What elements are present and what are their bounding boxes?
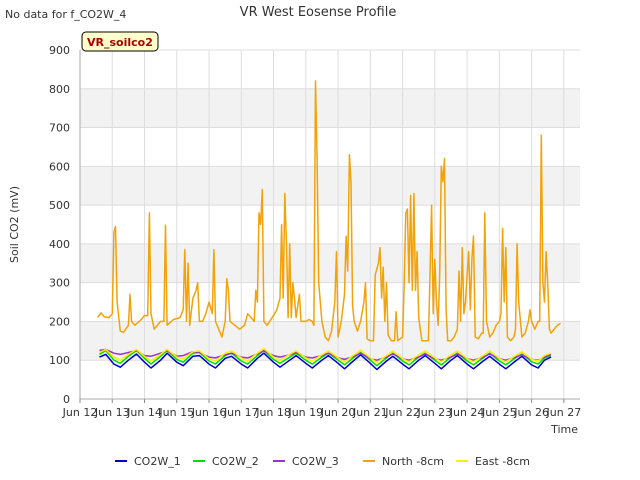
x-tick-label: Jun 14 [126, 406, 162, 419]
y-tick-label: 900 [49, 44, 70, 57]
legend-label-co2w-2: CO2W_2 [212, 455, 259, 468]
x-axis-label: Time [550, 423, 578, 436]
x-tick-label: Jun 27 [546, 406, 582, 419]
x-tick-label: Jun 13 [94, 406, 130, 419]
y-tick-label: 800 [49, 83, 70, 96]
no-data-note: No data for f_CO2W_4 [5, 8, 126, 21]
x-tick-label: Jun 24 [449, 406, 485, 419]
y-tick-label: 100 [49, 354, 70, 367]
y-tick-label: 400 [49, 238, 70, 251]
x-tick-label: Jun 16 [191, 406, 227, 419]
x-tick-label: Jun 23 [416, 406, 452, 419]
plot-area: 0 100 200 300 400 500 600 700 800 900 Jun 12Jun 13… [49, 44, 581, 419]
badge-label: VR_soilco2 [87, 36, 153, 49]
badge: VR_soilco2 [81, 31, 159, 52]
x-tick-label: Jun 17 [223, 406, 259, 419]
legend-label-co2w-3: CO2W_3 [292, 455, 339, 468]
legend-label-co2w-1: CO2W_1 [134, 455, 181, 468]
x-tick-label: Jun 12 [62, 406, 98, 419]
chart-title: VR West Eosense Profile [240, 5, 397, 20]
x-tick-label: Jun 18 [255, 406, 291, 419]
x-tick-label: Jun 15 [158, 406, 194, 419]
x-tick-label: Jun 25 [481, 406, 517, 419]
y-tick-label: 200 [49, 315, 70, 328]
legend-label-north-8cm: North -8cm [382, 455, 444, 468]
x-tick-label: Jun 26 [513, 406, 549, 419]
grid-band [80, 166, 580, 206]
y-tick-label: 0 [63, 393, 70, 406]
y-axis-label: Soil CO2 (mV) [8, 186, 21, 263]
grid-band [80, 88, 580, 128]
x-tick-label: Jun 20 [320, 406, 356, 419]
x-tick-label: Jun 22 [384, 406, 420, 419]
y-tick-label: 600 [49, 160, 70, 173]
x-tick-label: Jun 19 [287, 406, 323, 419]
y-tick-label: 300 [49, 277, 70, 290]
y-tick-label: 700 [49, 122, 70, 135]
y-tick-label: 500 [49, 199, 70, 212]
x-tick-label: Jun 21 [352, 406, 388, 419]
legend-label-east-8cm: East -8cm [475, 455, 530, 468]
legend: CO2W_1 CO2W_2 CO2W_3 North -8cm East -8cm [115, 455, 530, 468]
line-chart: VR West Eosense Profile No data for f_CO… [5, 5, 581, 468]
